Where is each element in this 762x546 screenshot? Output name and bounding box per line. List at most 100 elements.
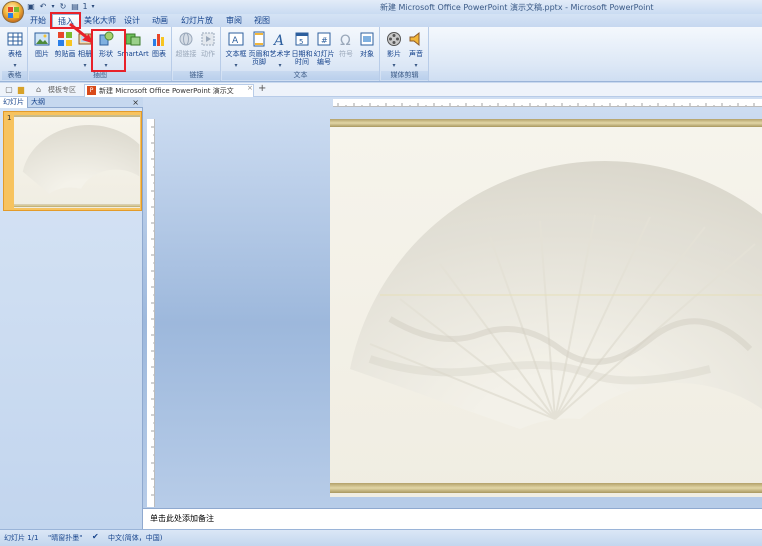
shapes-label: 形状 xyxy=(99,50,113,58)
omega-symbol-icon: Ω xyxy=(340,33,351,47)
slide-thumbnail-selected[interactable]: 1 xyxy=(3,111,142,211)
wordart-label: 艺术字 xyxy=(269,50,291,58)
svg-text:Ω: Ω xyxy=(340,33,351,47)
tab-slideshow[interactable]: 幻灯片放映 xyxy=(178,14,216,38)
object-icon xyxy=(360,32,374,46)
tab-design[interactable]: 设计 xyxy=(122,14,142,27)
save-icon[interactable]: ▣ xyxy=(26,2,36,12)
header-footer-button[interactable]: 页眉和 页脚 xyxy=(249,30,270,70)
chart-icon xyxy=(153,34,164,46)
sound-label: 声音 xyxy=(409,50,423,58)
tab-home[interactable]: 开始 xyxy=(28,14,48,27)
office-button[interactable] xyxy=(2,1,24,23)
movie-button[interactable]: 影片 ▾ xyxy=(383,30,405,70)
table-button[interactable]: 表格 ▾ xyxy=(4,30,26,70)
ruler-ticks-icon xyxy=(337,103,755,106)
svg-text:#: # xyxy=(321,36,328,45)
tab-review[interactable]: 审阅 xyxy=(224,14,244,27)
undo-dropdown-icon[interactable]: ▾ xyxy=(50,2,56,12)
slides-pane: 幻灯片 大纲 × 1 xyxy=(0,97,143,529)
group-text: A 文本框 ▾ 页眉和 页脚 A 艺术字 ▾ 5 日期和 时间 # 幻灯片 编号… xyxy=(222,27,380,81)
textbox-button[interactable]: A 文本框 ▾ xyxy=(225,30,247,70)
new-doc-icon[interactable]: ▢ xyxy=(4,85,14,95)
chart-label: 图表 xyxy=(152,50,166,58)
dropdown-arrow-icon: ▾ xyxy=(104,62,108,69)
group-label-links: 链接 xyxy=(173,71,220,80)
ribbon-tabs: 开始 插入 美化大师 设计 动画 幻灯片放映 审阅 视图 xyxy=(0,14,762,38)
redo-icon[interactable]: ↻ xyxy=(58,2,68,12)
textbox-icon: A xyxy=(228,32,244,46)
undo-count: 1 xyxy=(82,2,88,11)
window-title: 新建 Microsoft Office PowerPoint 演示文稿.pptx… xyxy=(380,3,654,12)
home-icon: ⌂ xyxy=(36,85,42,94)
document-tab-bar: ▢ ▆ ⌂ 模板专区 P 新建 Microsoft Office PowerPo… xyxy=(0,83,762,107)
action-label: 动作 xyxy=(201,50,215,58)
textbox-label: 文本框 xyxy=(225,50,247,58)
slide-top-border xyxy=(330,119,762,127)
new-tab-button[interactable]: + xyxy=(258,83,266,94)
slide-canvas[interactable] xyxy=(330,119,762,497)
dropdown-arrow-icon: ▾ xyxy=(414,62,418,69)
tab-view[interactable]: 视图 xyxy=(252,14,272,27)
group-label-media: 媒体剪辑 xyxy=(381,71,428,80)
symbol-button[interactable]: Ω 符号 xyxy=(336,30,356,70)
folder-icon[interactable]: ▆ xyxy=(16,85,26,95)
status-language[interactable]: 中文(简体，中国) xyxy=(108,533,162,543)
wordart-button[interactable]: A 艺术字 ▾ xyxy=(269,30,291,70)
datetime-button[interactable]: 5 日期和 时间 xyxy=(292,30,313,70)
picture-button[interactable]: 图片 xyxy=(32,30,52,70)
customize-qat-icon[interactable]: ▾ xyxy=(90,2,96,12)
slide-thumbnail-image xyxy=(14,115,140,208)
sound-button[interactable]: 声音 ▾ xyxy=(406,30,426,70)
close-pane-icon[interactable]: × xyxy=(132,97,139,108)
speaker-icon xyxy=(409,31,420,47)
notes-placeholder: 单击此处添加备注 xyxy=(150,514,214,523)
dropdown-arrow-icon: ▾ xyxy=(13,62,17,69)
office-logo-icon xyxy=(8,7,19,18)
wordart-icon: A xyxy=(272,33,284,47)
group-illustrations: 图片 剪贴画 相册 ▾ 形状 ▾ SmartArt 图表 插图 xyxy=(29,27,172,81)
tab-outline[interactable]: 大纲 xyxy=(28,97,48,108)
status-slide-count: 幻灯片 1/1 xyxy=(4,534,39,542)
editing-area xyxy=(143,97,762,508)
notes-pane[interactable]: 单击此处添加备注 xyxy=(143,508,762,529)
doc-tab-template[interactable]: ⌂ 模板专区 xyxy=(34,84,84,97)
doc-tab-template-label: 模板专区 xyxy=(48,86,76,94)
picture-icon xyxy=(34,32,50,46)
shapes-button[interactable]: 形状 ▾ xyxy=(96,30,116,70)
smartart-button[interactable]: SmartArt xyxy=(117,30,149,70)
powerpoint-icon: P xyxy=(87,86,96,95)
print-preview-icon[interactable]: ▤ xyxy=(70,2,80,12)
group-label-table: 表格 xyxy=(2,71,27,80)
quick-access-toolbar: ▣ ↶ ▾ ↻ ▤ 1 ▾ xyxy=(26,1,96,13)
slide-number-button[interactable]: # 幻灯片 编号 xyxy=(313,30,335,70)
chart-button[interactable]: 图表 xyxy=(149,30,169,70)
film-reel-icon xyxy=(387,32,401,46)
group-label-text: 文本 xyxy=(222,71,379,80)
title-bar: ▣ ↶ ▾ ↻ ▤ 1 ▾ 新建 Microsoft Office PowerP… xyxy=(0,0,762,14)
doc-tab-document[interactable]: P 新建 Microsoft Office PowerPoint 演示文稿.pp… xyxy=(84,84,254,107)
ribbon: 表格 ▾ 表格 图片 剪贴画 相册 ▾ 形状 ▾ SmartArt 图表 插图 … xyxy=(0,27,762,82)
status-theme-name: "晴窗扑墨" xyxy=(48,534,83,542)
table-label: 表格 xyxy=(8,50,22,58)
shapes-icon xyxy=(99,31,114,46)
slide-number-icon: # xyxy=(317,32,331,46)
pane-tabs: 幻灯片 大纲 × xyxy=(0,97,143,108)
spellcheck-icon[interactable]: ✔ xyxy=(92,532,99,541)
tab-animation[interactable]: 动画 xyxy=(150,14,170,27)
object-button[interactable]: 对象 xyxy=(357,30,377,70)
undo-icon[interactable]: ↶ xyxy=(38,2,48,12)
hyperlink-button[interactable]: 超链接 xyxy=(175,30,197,70)
group-links: 超链接 动作 链接 xyxy=(173,27,221,81)
close-tab-icon[interactable]: × xyxy=(247,84,253,92)
smartart-icon xyxy=(125,33,141,46)
table-icon xyxy=(7,32,23,46)
tab-slides[interactable]: 幻灯片 xyxy=(0,97,28,108)
svg-text:A: A xyxy=(232,36,239,46)
slide-number-label-2: 编号 xyxy=(317,58,331,66)
action-icon xyxy=(201,32,215,46)
ruler-ticks-icon xyxy=(151,126,154,496)
action-button[interactable]: 动作 xyxy=(198,30,218,70)
dropdown-arrow-icon: ▾ xyxy=(278,62,282,69)
svg-text:5: 5 xyxy=(299,38,303,46)
